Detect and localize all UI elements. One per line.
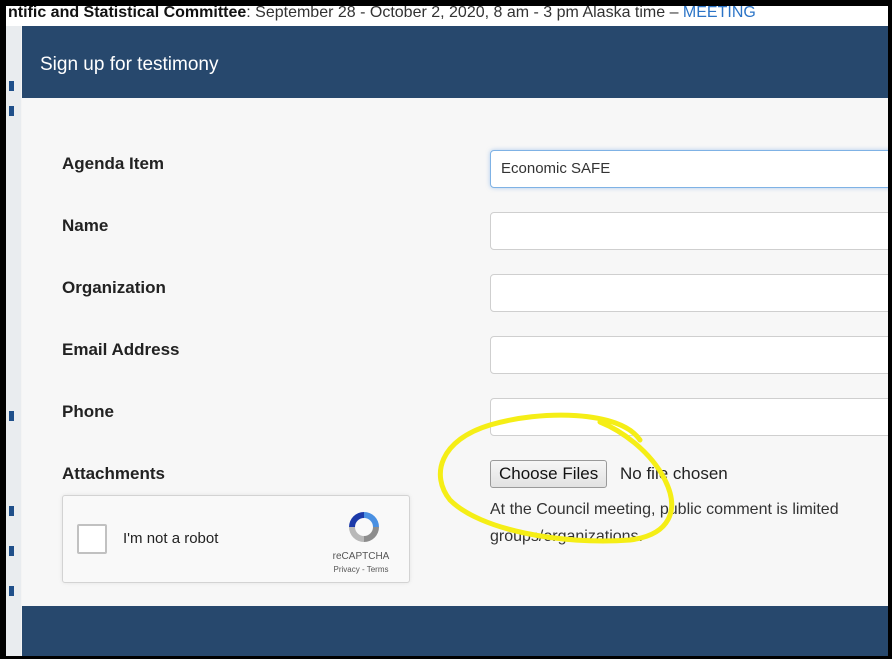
organization-label: Organization (62, 278, 166, 297)
committee-dates: : September 28 - October 2, 2020, 8 am -… (246, 6, 683, 21)
background-marker (9, 586, 14, 596)
recaptcha-brand: reCAPTCHA (332, 551, 390, 562)
name-field[interactable] (490, 212, 888, 250)
recaptcha-label: I'm not a robot (123, 530, 219, 547)
attachments-help-text: At the Council meeting, public comment i… (490, 496, 888, 550)
help-text-line: At the Council meeting, public comment i… (490, 501, 839, 518)
meeting-link[interactable]: MEETING (683, 6, 756, 21)
name-label: Name (62, 216, 109, 235)
background-marker (9, 106, 14, 116)
attachments-label: Attachments (62, 464, 165, 483)
background-marker (9, 506, 14, 516)
phone-label: Phone (62, 402, 114, 421)
email-label: Email Address (62, 340, 180, 359)
background-marker (9, 411, 14, 421)
background-page-strip: ntific and Statistical Committee: Septem… (6, 6, 888, 26)
modal-title: Sign up for testimony (40, 54, 219, 75)
recaptcha-privacy-terms-link[interactable]: Privacy - Terms (321, 565, 401, 574)
background-committee-line: ntific and Statistical Committee: Septem… (8, 6, 756, 22)
choose-files-button[interactable]: Choose Files (490, 460, 608, 488)
agenda-item-label: Agenda Item (62, 154, 165, 173)
screenshot-frame: ntific and Statistical Committee: Septem… (6, 6, 888, 656)
background-page-gutter (6, 26, 21, 656)
testimony-modal: Sign up for testimony Agenda Item Econom… (22, 26, 888, 656)
background-marker (9, 81, 14, 91)
agenda-item-field[interactable]: Economic SAFE (490, 150, 888, 188)
recaptcha-logo-icon (349, 512, 379, 542)
help-text-line: groups/organizations. (490, 528, 643, 545)
modal-header: Sign up for testimony (22, 26, 888, 98)
recaptcha-checkbox[interactable] (77, 524, 107, 554)
recaptcha-widget: I'm not a robot reCAPTCHA Privacy - Term… (62, 495, 410, 583)
modal-footer (22, 606, 888, 656)
background-marker (9, 546, 14, 556)
committee-name: ntific and Statistical Committee (8, 6, 247, 21)
file-status-text: No file chosen (620, 464, 728, 483)
organization-field[interactable] (490, 274, 888, 312)
email-field[interactable] (490, 336, 888, 374)
phone-field[interactable] (490, 398, 888, 436)
